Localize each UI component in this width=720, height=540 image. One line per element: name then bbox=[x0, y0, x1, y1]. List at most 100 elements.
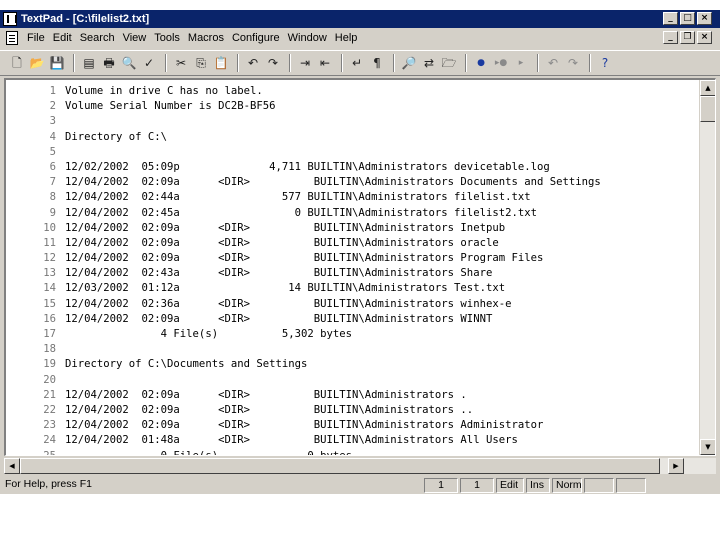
next-bookmark-icon[interactable]: ▸● bbox=[492, 54, 510, 72]
line-text[interactable]: 12/04/2002 02:09a <DIR> BUILTIN\Administ… bbox=[56, 236, 499, 251]
doc-restore-button[interactable]: ❐ bbox=[680, 31, 695, 44]
menu-edit[interactable]: Edit bbox=[50, 32, 75, 44]
vertical-scrollbar[interactable]: ▲ ▼ bbox=[699, 80, 715, 455]
line-text[interactable]: 12/04/2002 02:09a <DIR> BUILTIN\Administ… bbox=[56, 388, 467, 403]
line-text[interactable]: 0 File(s) 0 bytes bbox=[56, 449, 352, 456]
toolbar-separator bbox=[393, 54, 395, 72]
editor-pane[interactable]: 1 Volume in drive C has no label. 2 Volume … bbox=[4, 78, 716, 456]
text-line: 16 12/04/2002 02:09a <DIR> BUILTIN\Admini… bbox=[6, 312, 696, 327]
line-number: 15 bbox=[43, 297, 56, 310]
maximize-button[interactable]: □ bbox=[680, 12, 695, 25]
line-text[interactable] bbox=[56, 342, 65, 357]
line-number: 14 bbox=[43, 282, 56, 295]
save-all-icon[interactable]: ▤ bbox=[80, 54, 98, 72]
window-title: TextPad - [C:\filelist2.txt] bbox=[21, 13, 150, 25]
text-lines: 1 Volume in drive C has no label. 2 Volume … bbox=[6, 84, 696, 456]
line-text[interactable]: Volume in drive C has no label. bbox=[56, 84, 263, 99]
line-text[interactable]: 12/04/2002 02:44a 577 BUILTIN\Administra… bbox=[56, 190, 531, 205]
toggle-bookmark-icon[interactable]: ● bbox=[472, 54, 490, 72]
line-number: 6 bbox=[49, 160, 56, 173]
line-text[interactable]: 12/02/2002 05:09p 4,711 BUILTIN\Administ… bbox=[56, 160, 550, 175]
text-line: 7 12/04/2002 02:09a <DIR> BUILTIN\Adminis… bbox=[6, 175, 696, 190]
menu-search[interactable]: Search bbox=[77, 32, 118, 44]
scroll-down-button[interactable]: ▼ bbox=[700, 439, 715, 455]
line-text[interactable]: 12/04/2002 02:09a <DIR> BUILTIN\Administ… bbox=[56, 312, 492, 327]
vertical-scroll-thumb[interactable] bbox=[700, 96, 715, 122]
outdent-icon[interactable]: ⇤ bbox=[316, 54, 334, 72]
horizontal-scroll-thumb[interactable] bbox=[20, 458, 660, 474]
word-wrap-icon[interactable]: ↵ bbox=[348, 54, 366, 72]
line-number: 8 bbox=[49, 191, 56, 204]
menu-file[interactable]: File bbox=[24, 32, 48, 44]
copy-icon[interactable]: ⎘ bbox=[192, 54, 210, 72]
menu-help[interactable]: Help bbox=[332, 32, 361, 44]
menu-configure[interactable]: Configure bbox=[229, 32, 283, 44]
text-line: 12 12/04/2002 02:09a <DIR> BUILTIN\Admini… bbox=[6, 251, 696, 266]
line-text[interactable]: 12/03/2002 01:12a 14 BUILTIN\Administrat… bbox=[56, 281, 505, 296]
redo-icon[interactable]: ↷ bbox=[264, 54, 282, 72]
line-text[interactable]: Directory of C:\ bbox=[56, 130, 167, 145]
close-button[interactable]: × bbox=[697, 12, 712, 25]
menu-view[interactable]: View bbox=[120, 32, 150, 44]
line-number: 1 bbox=[49, 85, 56, 97]
line-text[interactable]: 12/04/2002 02:09a <DIR> BUILTIN\Administ… bbox=[56, 403, 473, 418]
find-icon[interactable]: 🔎 bbox=[400, 54, 418, 72]
menu-window[interactable]: Window bbox=[285, 32, 330, 44]
record-macro-icon[interactable]: ↶ bbox=[544, 54, 562, 72]
doc-close-button[interactable]: × bbox=[697, 31, 712, 44]
save-icon[interactable]: 💾 bbox=[48, 54, 66, 72]
line-text[interactable]: Directory of C:\Documents and Settings bbox=[56, 357, 307, 372]
find-in-files-icon[interactable]: 🗁 bbox=[440, 54, 458, 72]
scroll-up-button[interactable]: ▲ bbox=[700, 80, 715, 96]
line-text[interactable]: 12/04/2002 02:09a <DIR> BUILTIN\Administ… bbox=[56, 251, 543, 266]
new-document-icon[interactable]: 🗋 bbox=[8, 54, 26, 72]
title-bar[interactable]: TextPad - [C:\filelist2.txt] _ □ × bbox=[0, 10, 720, 28]
line-text[interactable]: 12/04/2002 01:48a <DIR> BUILTIN\Administ… bbox=[56, 433, 518, 448]
line-text[interactable] bbox=[56, 114, 65, 129]
line-text[interactable]: Volume Serial Number is DC2B-BF56 bbox=[56, 99, 275, 114]
line-number: 9 bbox=[49, 206, 56, 219]
cut-icon[interactable]: ✂ bbox=[172, 54, 190, 72]
status-blank-1 bbox=[584, 477, 614, 493]
line-number: 20 bbox=[43, 373, 56, 386]
open-folder-icon[interactable]: 📂 bbox=[28, 54, 46, 72]
textpad-app-icon[interactable] bbox=[3, 12, 17, 26]
playback-macro-icon[interactable]: ↷ bbox=[564, 54, 582, 72]
line-number: 18 bbox=[43, 343, 56, 356]
previous-bookmark-icon[interactable]: ▸ bbox=[512, 54, 530, 72]
undo-icon[interactable]: ↶ bbox=[244, 54, 262, 72]
text-line: 23 12/04/2002 02:09a <DIR> BUILTIN\Admini… bbox=[6, 418, 696, 433]
text-line: 15 12/04/2002 02:36a <DIR> BUILTIN\Admini… bbox=[6, 297, 696, 312]
scroll-left-button[interactable]: ◀ bbox=[4, 458, 20, 474]
text-line: 11 12/04/2002 02:09a <DIR> BUILTIN\Admini… bbox=[6, 236, 696, 251]
minimize-button[interactable]: _ bbox=[663, 12, 678, 25]
line-text[interactable]: 12/04/2002 02:43a <DIR> BUILTIN\Administ… bbox=[56, 266, 492, 281]
line-text[interactable]: 12/04/2002 02:09a <DIR> BUILTIN\Administ… bbox=[56, 221, 505, 236]
line-text[interactable]: 12/04/2002 02:45a 0 BUILTIN\Administrato… bbox=[56, 206, 537, 221]
menu-macros[interactable]: Macros bbox=[185, 32, 227, 44]
horizontal-scrollbar[interactable]: ◀ ▶ bbox=[4, 458, 716, 474]
pilcrow-icon[interactable]: ¶ bbox=[368, 54, 386, 72]
menu-tools[interactable]: Tools bbox=[151, 32, 183, 44]
menu-items: File Edit Search View Tools Macros Configure Wi… bbox=[24, 32, 362, 44]
replace-icon[interactable]: ⇄ bbox=[420, 54, 438, 72]
line-text[interactable]: 12/04/2002 02:36a <DIR> BUILTIN\Administ… bbox=[56, 297, 511, 312]
doc-minimize-button[interactable]: _ bbox=[663, 31, 678, 44]
line-text[interactable]: 4 File(s) 5,302 bytes bbox=[56, 327, 352, 342]
context-help-icon[interactable]: ? bbox=[596, 54, 614, 72]
line-text[interactable] bbox=[56, 145, 65, 160]
print-icon[interactable]: 🖶 bbox=[100, 54, 118, 72]
scroll-right-button[interactable]: ▶ bbox=[668, 458, 684, 474]
toolbar-separator bbox=[341, 54, 343, 72]
text-line: 21 12/04/2002 02:09a <DIR> BUILTIN\Admini… bbox=[6, 388, 696, 403]
indent-icon[interactable]: ⇥ bbox=[296, 54, 314, 72]
print-preview-icon[interactable]: 🔍 bbox=[120, 54, 138, 72]
line-text[interactable]: 12/04/2002 02:09a <DIR> BUILTIN\Administ… bbox=[56, 175, 601, 190]
spelling-icon[interactable]: ✓ bbox=[140, 54, 158, 72]
line-text[interactable]: 12/04/2002 02:09a <DIR> BUILTIN\Administ… bbox=[56, 418, 543, 433]
document-icon[interactable] bbox=[6, 31, 18, 45]
paste-icon[interactable]: 📋 bbox=[212, 54, 230, 72]
text-line: 14 12/03/2002 01:12a 14 BUILTIN\Administr… bbox=[6, 281, 696, 296]
text-line: 20 bbox=[6, 373, 696, 388]
line-text[interactable] bbox=[56, 373, 65, 388]
